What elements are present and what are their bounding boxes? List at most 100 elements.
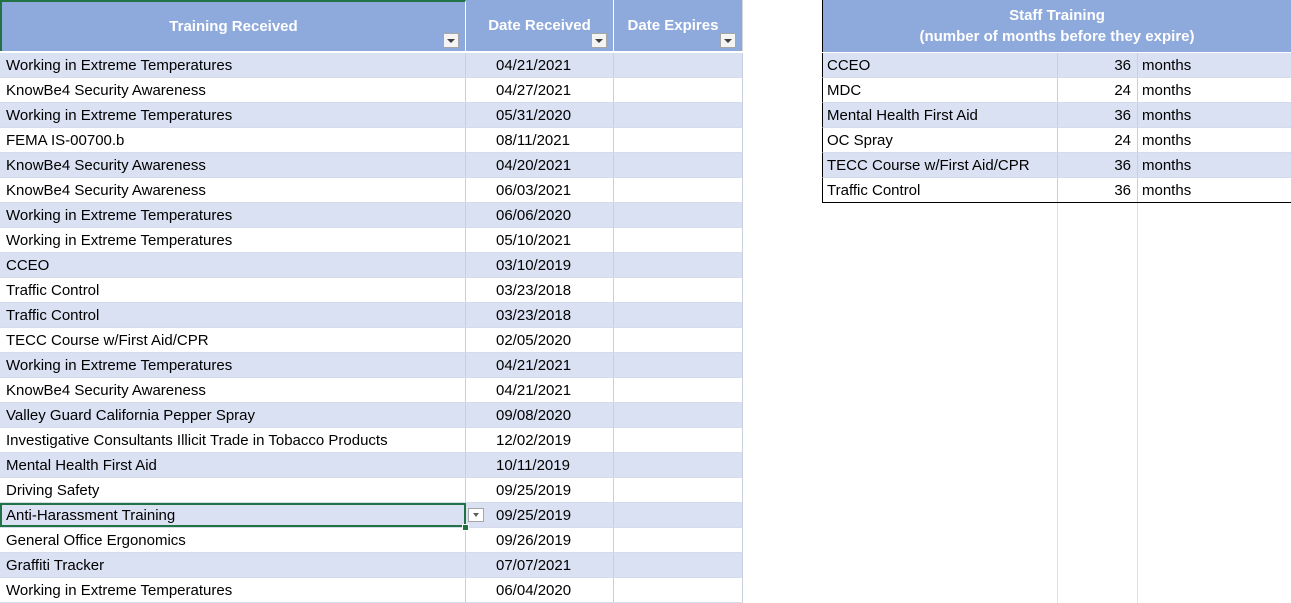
training-cell[interactable]: KnowBe4 Security Awareness: [0, 178, 466, 202]
date-expires-cell[interactable]: [614, 403, 743, 427]
training-cell[interactable]: Anti-Harassment Training: [0, 503, 466, 527]
date-received-cell[interactable]: 09/25/2019: [466, 503, 614, 527]
training-cell[interactable]: Traffic Control: [0, 278, 466, 302]
date-received-cell[interactable]: 03/10/2019: [466, 253, 614, 277]
training-cell[interactable]: Working in Extreme Temperatures: [0, 578, 466, 602]
training-cell[interactable]: Valley Guard California Pepper Spray: [0, 403, 466, 427]
months-unit-cell[interactable]: months: [1138, 128, 1291, 152]
date-expires-cell[interactable]: [614, 453, 743, 477]
training-cell[interactable]: KnowBe4 Security Awareness: [0, 153, 466, 177]
empty-grid-area[interactable]: [822, 203, 1291, 603]
date-expires-cell[interactable]: [614, 578, 743, 602]
date-received-cell[interactable]: 09/25/2019: [466, 478, 614, 502]
date-received-cell[interactable]: 10/11/2019: [466, 453, 614, 477]
date-expires-cell[interactable]: [614, 253, 743, 277]
training-cell[interactable]: Graffiti Tracker: [0, 553, 466, 577]
header-date-received[interactable]: Date Received: [466, 0, 614, 51]
date-received-cell[interactable]: 06/04/2020: [466, 578, 614, 602]
date-expires-cell[interactable]: [614, 178, 743, 202]
table-row: CCEO 03/10/2019: [0, 253, 743, 278]
date-received-cell[interactable]: 09/08/2020: [466, 403, 614, 427]
date-received-cell[interactable]: 05/10/2021: [466, 228, 614, 252]
training-cell[interactable]: KnowBe4 Security Awareness: [0, 378, 466, 402]
date-received-cell[interactable]: 08/11/2021: [466, 128, 614, 152]
date-received-cell[interactable]: 04/20/2021: [466, 153, 614, 177]
training-name-cell[interactable]: Mental Health First Aid: [823, 103, 1058, 127]
months-value-cell[interactable]: 36: [1058, 103, 1138, 127]
date-expires-cell[interactable]: [614, 328, 743, 352]
training-cell[interactable]: General Office Ergonomics: [0, 528, 466, 552]
training-cell[interactable]: Working in Extreme Temperatures: [0, 353, 466, 377]
date-expires-cell[interactable]: [614, 553, 743, 577]
date-received-cell[interactable]: 04/21/2021: [466, 353, 614, 377]
date-expires-cell[interactable]: [614, 128, 743, 152]
training-cell[interactable]: Traffic Control: [0, 303, 466, 327]
table-row: Working in Extreme Temperatures 04/21/202…: [0, 53, 743, 78]
date-received-cell[interactable]: 03/23/2018: [466, 278, 614, 302]
months-value-cell[interactable]: 36: [1058, 178, 1138, 202]
date-expires-cell[interactable]: [614, 303, 743, 327]
table-row: Traffic Control 03/23/2018: [0, 303, 743, 328]
date-received-cell[interactable]: 12/02/2019: [466, 428, 614, 452]
date-expires-cell[interactable]: [614, 228, 743, 252]
date-received-cell[interactable]: 03/23/2018: [466, 303, 614, 327]
date-expires-cell[interactable]: [614, 203, 743, 227]
date-received-cell[interactable]: 06/06/2020: [466, 203, 614, 227]
table-row: TECC Course w/First Aid/CPR 36 months: [822, 153, 1291, 178]
date-received-cell[interactable]: 09/26/2019: [466, 528, 614, 552]
filter-dropdown-icon[interactable]: [591, 33, 607, 48]
months-value-cell[interactable]: 36: [1058, 153, 1138, 177]
training-cell[interactable]: Working in Extreme Temperatures: [0, 53, 466, 77]
months-unit-cell[interactable]: months: [1138, 78, 1291, 102]
months-unit-cell[interactable]: months: [1138, 153, 1291, 177]
training-name-cell[interactable]: Traffic Control: [823, 178, 1058, 202]
training-cell[interactable]: TECC Course w/First Aid/CPR: [0, 328, 466, 352]
date-received-cell[interactable]: 07/07/2021: [466, 553, 614, 577]
date-expires-cell[interactable]: [614, 353, 743, 377]
date-expires-cell[interactable]: [614, 428, 743, 452]
date-expires-cell[interactable]: [614, 278, 743, 302]
training-cell[interactable]: Investigative Consultants Illicit Trade …: [0, 428, 466, 452]
staff-training-header[interactable]: Staff Training (number of months before …: [822, 0, 1291, 52]
fill-handle[interactable]: [462, 524, 469, 531]
training-cell[interactable]: Driving Safety: [0, 478, 466, 502]
months-value-cell[interactable]: 24: [1058, 78, 1138, 102]
training-cell[interactable]: Mental Health First Aid: [0, 453, 466, 477]
training-cell[interactable]: Working in Extreme Temperatures: [0, 103, 466, 127]
training-name-cell[interactable]: MDC: [823, 78, 1058, 102]
months-value-cell[interactable]: 36: [1058, 53, 1138, 77]
filter-dropdown-icon[interactable]: [443, 33, 459, 48]
months-unit-cell[interactable]: months: [1138, 178, 1291, 202]
months-unit-cell[interactable]: months: [1138, 103, 1291, 127]
date-expires-cell[interactable]: [614, 53, 743, 77]
training-cell[interactable]: FEMA IS-00700.b: [0, 128, 466, 152]
months-value-cell[interactable]: 24: [1058, 128, 1138, 152]
training-cell[interactable]: Working in Extreme Temperatures: [0, 228, 466, 252]
date-expires-cell[interactable]: [614, 528, 743, 552]
empty-column[interactable]: [743, 0, 822, 603]
date-received-cell[interactable]: 02/05/2020: [466, 328, 614, 352]
training-name-cell[interactable]: CCEO: [823, 53, 1058, 77]
table-row: CCEO 36 months: [822, 53, 1291, 78]
training-cell[interactable]: Working in Extreme Temperatures: [0, 203, 466, 227]
date-received-cell[interactable]: 06/03/2021: [466, 178, 614, 202]
filter-dropdown-icon[interactable]: [720, 33, 736, 48]
cell-dropdown-icon[interactable]: [468, 508, 484, 522]
training-cell[interactable]: KnowBe4 Security Awareness: [0, 78, 466, 102]
date-received-cell[interactable]: 05/31/2020: [466, 103, 614, 127]
header-training-received[interactable]: Training Received: [0, 0, 466, 51]
training-name-cell[interactable]: OC Spray: [823, 128, 1058, 152]
header-date-expires[interactable]: Date Expires: [614, 0, 743, 51]
date-received-cell[interactable]: 04/21/2021: [466, 378, 614, 402]
date-expires-cell[interactable]: [614, 103, 743, 127]
date-expires-cell[interactable]: [614, 78, 743, 102]
training-name-cell[interactable]: TECC Course w/First Aid/CPR: [823, 153, 1058, 177]
date-received-cell[interactable]: 04/21/2021: [466, 53, 614, 77]
months-unit-cell[interactable]: months: [1138, 53, 1291, 77]
training-cell[interactable]: CCEO: [0, 253, 466, 277]
date-expires-cell[interactable]: [614, 378, 743, 402]
date-received-cell[interactable]: 04/27/2021: [466, 78, 614, 102]
date-expires-cell[interactable]: [614, 478, 743, 502]
date-expires-cell[interactable]: [614, 153, 743, 177]
date-expires-cell[interactable]: [614, 503, 743, 527]
